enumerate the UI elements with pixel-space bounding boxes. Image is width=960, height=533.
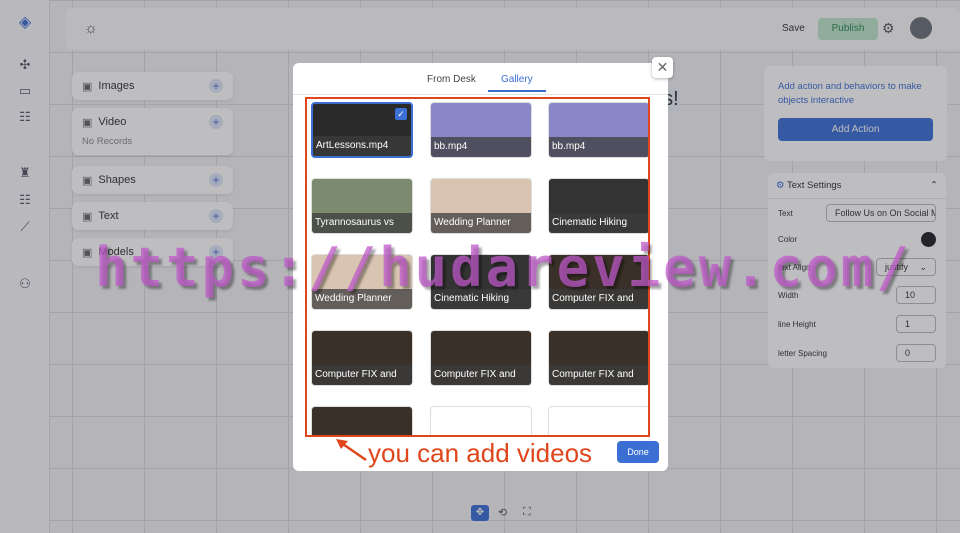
gallery-item[interactable] <box>311 406 413 435</box>
gallery-item[interactable] <box>430 406 532 435</box>
gallery-item-name: bb.mp4 <box>431 137 531 157</box>
gallery-item-name: Computer FIX and <box>549 365 648 385</box>
gallery-item[interactable]: Wedding Planner <box>430 178 532 234</box>
tab-from-desk[interactable]: From Desk <box>427 74 476 90</box>
check-icon: ✓ <box>395 108 407 120</box>
gallery-item[interactable]: Computer FIX and <box>311 330 413 386</box>
gallery-item[interactable]: bb.mp4 <box>548 102 648 158</box>
close-button[interactable]: ✕ <box>652 57 673 78</box>
gallery-item-name: Wedding Planner <box>431 213 531 233</box>
done-button[interactable]: Done <box>617 441 659 463</box>
gallery-item[interactable]: Computer FIX and <box>548 330 648 386</box>
watermark: https://hudareview.com/ <box>95 236 912 299</box>
gallery-item[interactable]: ✓ ArtLessons.mp4 <box>311 102 413 158</box>
gallery-item-name: bb.mp4 <box>549 137 648 157</box>
gallery-item[interactable]: bb.mp4 <box>430 102 532 158</box>
gallery-item[interactable]: Tyrannosaurus vs <box>311 178 413 234</box>
gallery-item-name: Computer FIX and <box>312 365 412 385</box>
gallery-item[interactable] <box>548 406 648 435</box>
gallery-item-name: Computer FIX and <box>431 365 531 385</box>
gallery-item-name: ArtLessons.mp4 <box>313 136 411 156</box>
gallery-item-name: Cinematic Hiking <box>549 213 648 233</box>
annotation-text: you can add videos <box>368 438 593 468</box>
annotation-arrow <box>336 439 367 462</box>
gallery-item-name: Tyrannosaurus vs <box>312 213 412 233</box>
gallery-item[interactable]: Cinematic Hiking <box>548 178 648 234</box>
tab-gallery[interactable]: Gallery <box>488 74 546 92</box>
gallery-item[interactable]: Computer FIX and <box>430 330 532 386</box>
